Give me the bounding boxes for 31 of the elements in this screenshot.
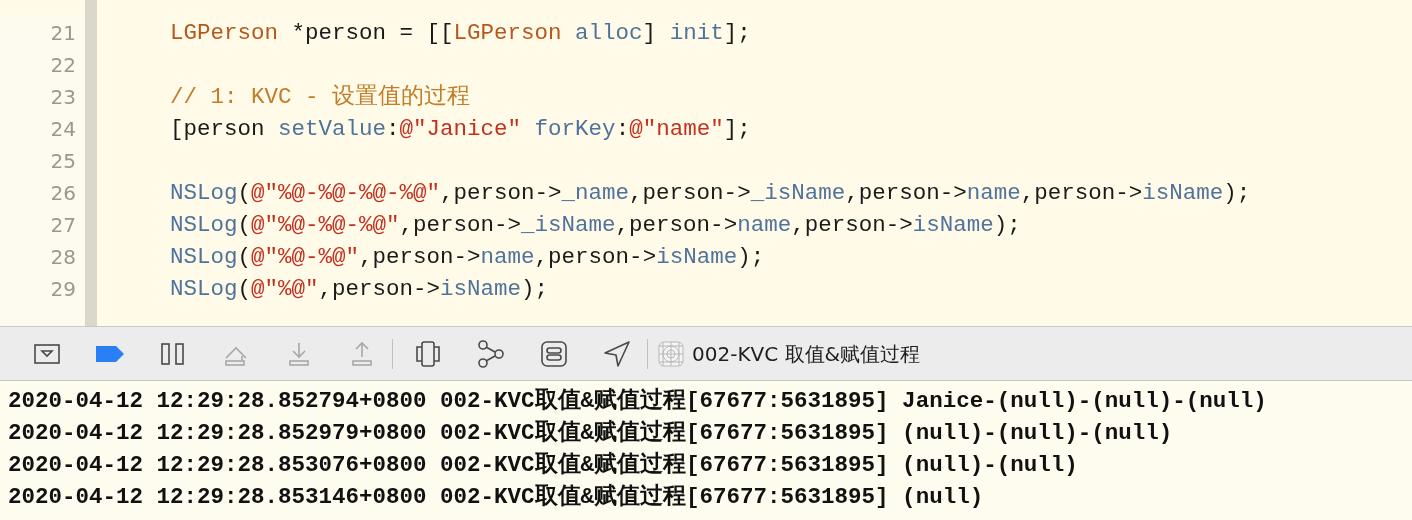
console-line: 2020-04-12 12:29:28.853076+0800 002-KVC取值&赋值过程[67677:5631895] (null)-(null) bbox=[8, 450, 1079, 480]
breakpoints-icon bbox=[95, 344, 125, 363]
code-line: NSLog(@"%@-%@-%@-%@",person->_name,person->_isName,person->name,person->isName); bbox=[170, 179, 1251, 208]
line-number: 21 bbox=[50, 20, 76, 47]
line-number: 24 bbox=[50, 116, 76, 143]
pause-icon bbox=[160, 341, 186, 366]
line-number: 22 bbox=[50, 52, 76, 79]
code-line: LGPerson *person = [[LGPerson alloc] init]; bbox=[170, 19, 751, 48]
console-line: 2020-04-12 12:29:28.852794+0800 002-KVC取值&赋值过程[67677:5631895] Janice-(null)-(null)-(null) bbox=[8, 386, 1268, 416]
line-number: 23 bbox=[50, 84, 76, 111]
code-line: [person setValue:@"Janice" forKey:@"name"]; bbox=[170, 115, 751, 144]
code-line: NSLog(@"%@-%@-%@",person->_isName,person->name,person->isName); bbox=[170, 211, 1021, 240]
target-name[interactable]: 002-KVC 取值&赋值过程 bbox=[692, 338, 921, 369]
view-debugger-icon bbox=[415, 340, 441, 367]
location-icon bbox=[603, 339, 631, 368]
code-line: // 1: KVC - 设置值的过程 bbox=[170, 83, 471, 112]
code-line: NSLog(@"%@-%@",person->name,person->isName); bbox=[170, 243, 765, 272]
environment-icon bbox=[540, 339, 568, 368]
app-icon bbox=[658, 340, 684, 367]
line-number: 25 bbox=[50, 148, 76, 175]
code-line: NSLog(@"%@",person->isName); bbox=[170, 275, 549, 304]
console-line: 2020-04-12 12:29:28.852979+0800 002-KVC取值&赋值过程[67677:5631895] (null)-(null)-(null) bbox=[8, 418, 1174, 448]
line-number: 26 bbox=[50, 180, 76, 207]
line-number: 29 bbox=[50, 276, 76, 303]
console-line: 2020-04-12 12:29:28.853146+0800 002-KVC取值&赋值过程[67677:5631895] (null) bbox=[8, 482, 985, 512]
hide-console-icon bbox=[34, 343, 60, 364]
step-into-icon bbox=[287, 340, 311, 367]
step-out-icon bbox=[350, 340, 374, 367]
line-number: 27 bbox=[50, 212, 76, 239]
line-number: 28 bbox=[50, 244, 76, 271]
memory-graph-icon bbox=[476, 339, 506, 368]
